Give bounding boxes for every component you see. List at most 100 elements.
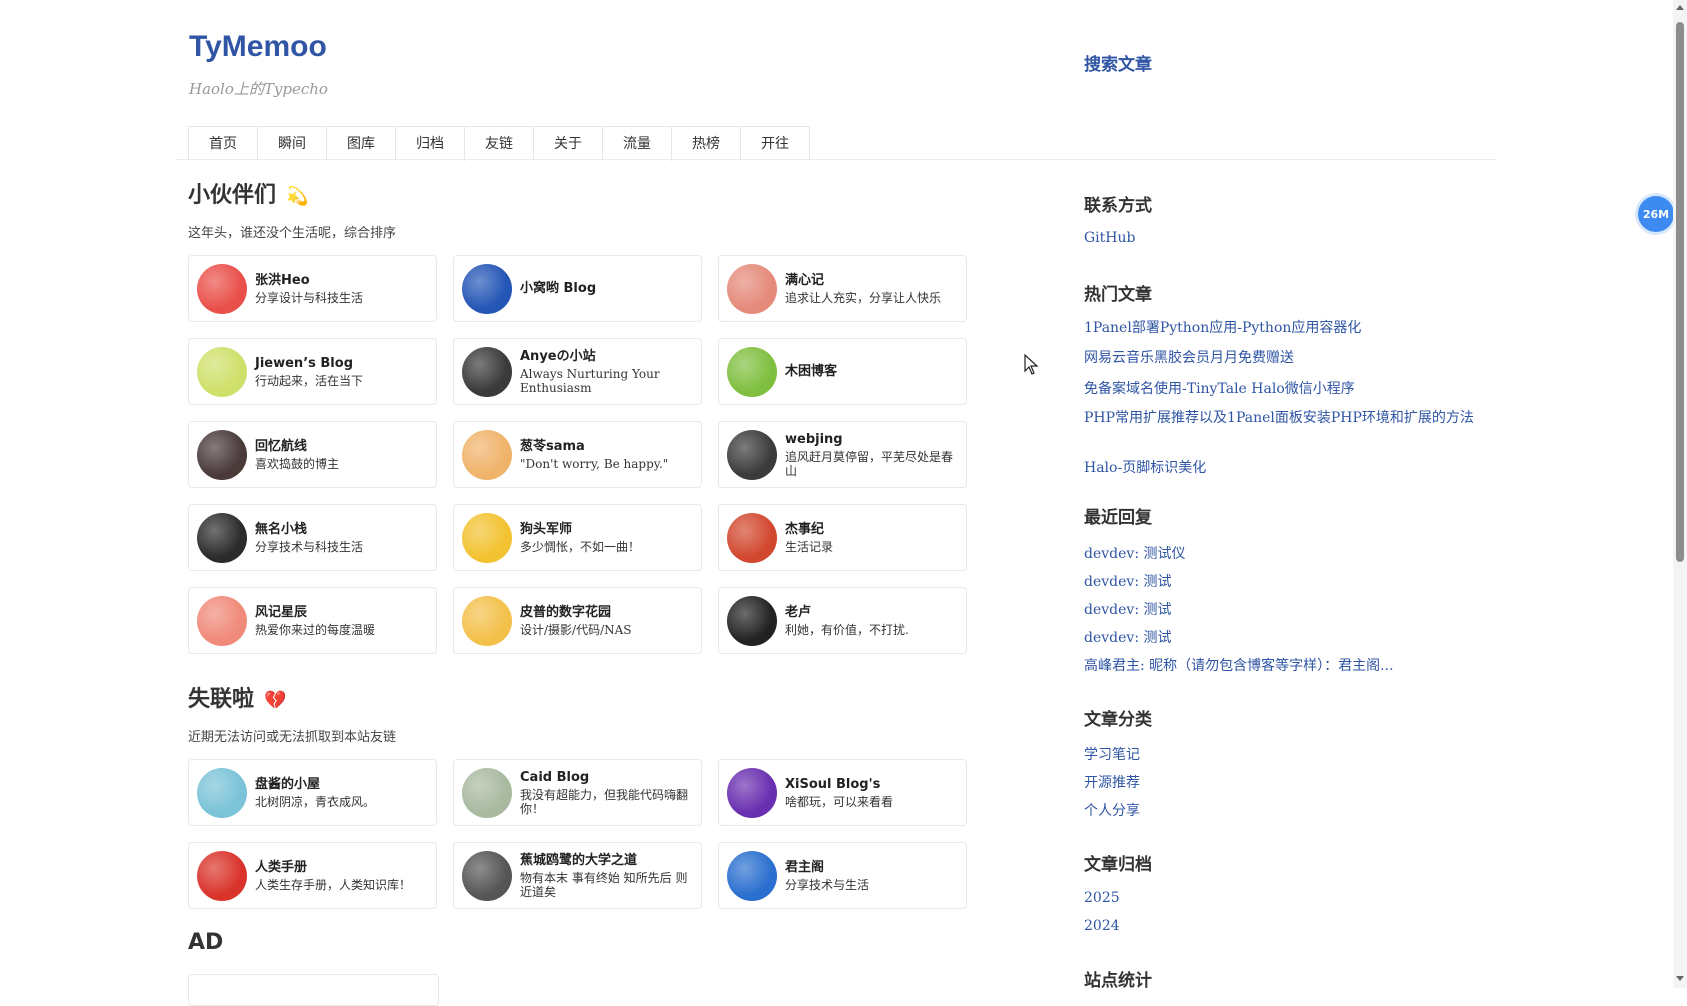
friend-description: "Don't worry, Be happy.": [520, 457, 669, 471]
hot-post-link[interactable]: PHP常用扩展推荐以及1Panel面板安装PHP环境和扩展的方法: [1084, 410, 1509, 426]
friend-link-card[interactable]: Jiewen’s Blog 行动起来，活在当下: [188, 338, 437, 405]
nav-item-moments[interactable]: 瞬间: [258, 127, 327, 161]
friend-description: 分享设计与科技生活: [255, 291, 364, 305]
recent-reply-link[interactable]: devdev: 测试仪: [1084, 543, 1185, 563]
friend-link-card[interactable]: 张洪Heo 分享设计与科技生活: [188, 255, 437, 322]
friend-link-card[interactable]: XiSoul Blog's 啥都玩，可以来看看: [718, 759, 967, 826]
friend-name: 人类手册: [255, 860, 308, 875]
friend-description: Always Nurturing Your Enthusiasm: [520, 367, 660, 395]
friend-description: 热爱你来过的每度温暖: [255, 623, 376, 637]
friend-link-card[interactable]: 满心记 追求让人充实，分享让人快乐: [718, 255, 967, 322]
hot-post-link[interactable]: Halo-页脚标识美化: [1084, 457, 1206, 477]
friend-link-card[interactable]: webjing 追风赶月莫停留，平芜尽处是春山: [718, 421, 967, 488]
hot-post-link[interactable]: 网易云音乐黑胶会员月月免费赠送: [1084, 347, 1294, 367]
friend-link-card[interactable]: 葱苓sama "Don't worry, Be happy.": [453, 421, 702, 488]
friend-name: 回忆航线: [255, 439, 308, 454]
anime-girl-avatar: [197, 429, 247, 480]
nav-item-travel[interactable]: 开往: [741, 127, 809, 161]
letter-g-avatar: [197, 850, 247, 901]
friend-link-card[interactable]: 盘酱的小屋 北树阴凉，青衣成风。: [188, 759, 437, 826]
friend-name: 無名小栈: [255, 522, 308, 537]
friend-link-card[interactable]: 君主阁分享技术与生活: [718, 842, 967, 909]
landscape-avatar: [462, 767, 512, 818]
memory-usage-badge[interactable]: 26M: [1638, 196, 1674, 232]
letter-w-avatar: [197, 346, 247, 397]
friend-card-text: Anyeの小站 Always Nurturing Your Enthusiasm: [520, 348, 693, 395]
ad-box[interactable]: [188, 974, 439, 1006]
friend-name: 皮普的数字花园: [520, 605, 612, 620]
friend-card-text: XiSoul Blog's 啥都玩，可以来看看: [785, 776, 893, 809]
friend-description: 物有本末 事有终始 知所先后 则近道矣: [520, 871, 688, 899]
friend-link-card[interactable]: 小窝哟 Blog: [453, 255, 702, 322]
nav-item-links[interactable]: 友链: [465, 127, 534, 161]
header-divider: [175, 159, 1497, 160]
category-link[interactable]: 开源推荐: [1084, 772, 1140, 792]
nav-item-gallery[interactable]: 图库: [327, 127, 396, 161]
friend-link-card[interactable]: 风记星辰 热爱你来过的每度温暖: [188, 587, 437, 654]
hot-post-link[interactable]: 1Panel部署Python应用-Python应用容器化: [1084, 317, 1361, 337]
recent-reply-link[interactable]: devdev: 测试: [1084, 627, 1171, 647]
friend-link-card[interactable]: Caid Blog 我没有超能力，但我能代码嗨翻你！: [453, 759, 702, 826]
friend-link-card[interactable]: 老卢 利她，有价值，不打扰.: [718, 587, 967, 654]
category-link[interactable]: 个人分享: [1084, 800, 1140, 820]
friend-link-card[interactable]: 蕉城鸥鹭的大学之道物有本末 事有终始 知所先后 则近道矣: [453, 842, 702, 909]
friend-link-card[interactable]: 木困博客: [718, 338, 967, 405]
friend-link-card[interactable]: 無名小栈分享技术与科技生活: [188, 504, 437, 571]
site-title[interactable]: TyMemoo: [189, 30, 327, 64]
category-link[interactable]: 学习笔记: [1084, 744, 1140, 764]
red-bear-avatar: [197, 263, 247, 314]
sparkle-icon: 💫: [286, 186, 309, 207]
friend-description: 人类生存手册，人类知识库！: [255, 878, 412, 892]
cartoon-pig-avatar: [727, 263, 777, 314]
recent-reply-link[interactable]: devdev: 测试: [1084, 571, 1171, 591]
archive-link[interactable]: 2025: [1084, 890, 1120, 906]
friend-description: 分享技术与生活: [785, 878, 870, 892]
recent-reply-link[interactable]: 高峰君主: 昵称（请勿包含博客等字样）：君主阁...: [1084, 655, 1394, 675]
scroll-up-icon[interactable]: [1676, 5, 1684, 10]
friend-link-card[interactable]: 人类手册人类生存手册，人类知识库！: [188, 842, 437, 909]
page-scrollbar[interactable]: [1673, 0, 1687, 988]
scrollbar-thumb[interactable]: [1676, 22, 1684, 562]
friend-card-text: 回忆航线 喜欢捣鼓的博主: [255, 438, 339, 471]
nav-item-about[interactable]: 关于: [534, 127, 603, 161]
swirl-avatar: [727, 767, 777, 818]
friend-description: 北树阴凉，青衣成风。: [255, 795, 376, 809]
hot-posts-heading: 热门文章: [1084, 285, 1152, 305]
nav-item-hot[interactable]: 热榜: [672, 127, 741, 161]
friend-card-text: 葱苓sama "Don't worry, Be happy.": [520, 438, 668, 471]
friend-link-card[interactable]: 回忆航线 喜欢捣鼓的博主: [188, 421, 437, 488]
friend-name: Jiewen’s Blog: [255, 356, 353, 371]
nav-item-home[interactable]: 首页: [189, 127, 258, 161]
friend-name: 蕉城鸥鹭的大学之道: [520, 853, 638, 868]
github-link[interactable]: GitHub: [1084, 230, 1135, 246]
friend-card-text: 君主阁分享技术与生活: [785, 859, 869, 892]
friend-name: 杰事纪: [785, 522, 825, 537]
friend-card-text: webjing 追风赶月莫停留，平芜尽处是春山: [785, 431, 958, 478]
friend-link-card[interactable]: Anyeの小站 Always Nurturing Your Enthusiasm: [453, 338, 702, 405]
friend-name: 木困博客: [785, 364, 838, 379]
archive-link[interactable]: 2024: [1084, 918, 1120, 934]
nav-item-traffic[interactable]: 流量: [603, 127, 672, 161]
recent-reply-link[interactable]: devdev: 测试: [1084, 599, 1171, 619]
friend-name: 君主阁: [785, 860, 825, 875]
lost-subtitle: 近期无法访问或无法抓取到本站友链: [188, 730, 397, 745]
hot-post-link[interactable]: 免备案域名使用-TinyTale Halo微信小程序: [1084, 378, 1355, 398]
friend-card-text: 盘酱的小屋 北树阴凉，青衣成风。: [255, 776, 375, 809]
friend-link-card[interactable]: 杰事纪 生活记录: [718, 504, 967, 571]
main-nav: 首页 瞬间 图库 归档 友链 关于 流量 热榜 开往: [188, 126, 810, 161]
friend-description: 行动起来，活在当下: [255, 374, 364, 388]
scroll-down-icon[interactable]: [1676, 976, 1684, 981]
stamp-logo-avatar: [727, 512, 777, 563]
friend-description: 分享技术与科技生活: [255, 540, 364, 554]
friend-name: Anyeの小站: [520, 349, 596, 364]
friend-description: 啥都玩，可以来看看: [785, 795, 894, 809]
friend-card-text: 张洪Heo 分享设计与科技生活: [255, 272, 363, 305]
search-articles-link[interactable]: 搜索文章: [1084, 50, 1152, 75]
friend-link-card[interactable]: 皮普的数字花园 设计/摄影/代码/NAS: [453, 587, 702, 654]
friend-link-card[interactable]: 狗头军师 多少惆怅，不如一曲！: [453, 504, 702, 571]
nav-item-archive[interactable]: 归档: [396, 127, 465, 161]
contact-heading: 联系方式: [1084, 196, 1152, 216]
recent-replies-heading: 最近回复: [1084, 508, 1152, 528]
friend-name: 葱苓sama: [520, 439, 585, 454]
friend-card-text: Caid Blog 我没有超能力，但我能代码嗨翻你！: [520, 769, 693, 816]
